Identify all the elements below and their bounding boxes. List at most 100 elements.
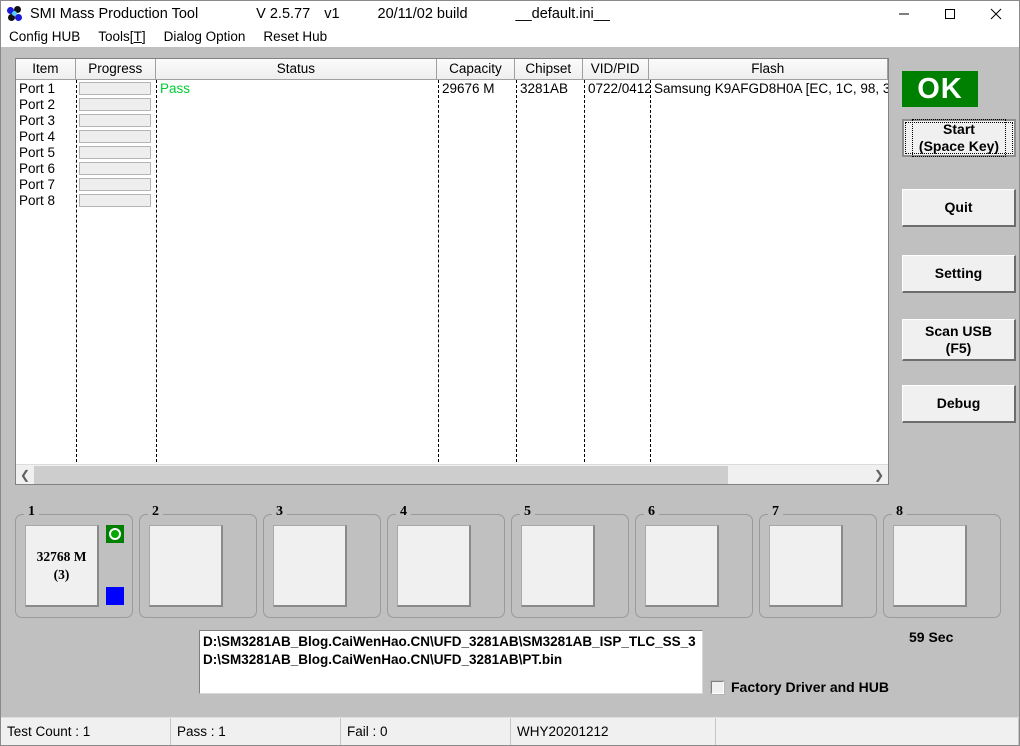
menu-item-dialog-option[interactable]: Dialog Option [164, 27, 246, 47]
status-bar-cell-4 [716, 718, 1019, 745]
grid-column-header-vidpid[interactable]: VID/PID [583, 59, 649, 79]
debug-button[interactable]: Debug [902, 385, 1016, 423]
quit-button[interactable]: Quit [902, 189, 1016, 227]
menu-item-reset-hub[interactable]: Reset Hub [263, 27, 327, 47]
menu-item-config-hub[interactable]: Config HUB [9, 27, 80, 47]
grid-horizontal-scrollbar[interactable]: ❮ ❯ [16, 464, 888, 484]
usb-port-slot[interactable] [521, 525, 595, 607]
scrollbar-track[interactable] [34, 466, 870, 484]
progress-bar [79, 146, 151, 159]
file-path-line-1: D:\SM3281AB_Blog.CaiWenHao.CN\UFD_3281AB… [203, 633, 702, 651]
grid-column-header-item[interactable]: Item [16, 59, 76, 79]
table-row[interactable]: Port 4 [16, 128, 888, 144]
grid-column-header-progress[interactable]: Progress [76, 59, 156, 79]
usb-port-number-label: 2 [148, 504, 163, 519]
port-name-cell: Port 8 [16, 193, 76, 208]
table-row[interactable]: Port 8 [16, 192, 888, 208]
menu-item-tools[interactable]: Tools[T] [98, 27, 145, 47]
chevron-right-icon[interactable]: ❯ [870, 466, 888, 484]
usb-port-panels: 132768 M(3)2345678 [15, 508, 1005, 618]
port-list-grid: ItemProgressStatusCapacityChipsetVID/PID… [15, 58, 889, 485]
grid-column-header-status[interactable]: Status [156, 59, 437, 79]
progress-cell [76, 162, 156, 175]
scrollbar-thumb[interactable] [34, 466, 728, 484]
factory-driver-hub-checkbox[interactable] [711, 681, 724, 694]
vidpid-cell: 0722/0412 [584, 81, 650, 96]
usb-port-slot[interactable]: 32768 M(3) [25, 525, 99, 607]
usb-port-slot[interactable] [893, 525, 967, 607]
progress-cell [76, 98, 156, 111]
port-name-cell: Port 2 [16, 97, 76, 112]
usb-port-number-label: 3 [272, 504, 287, 519]
table-row[interactable]: Port 7 [16, 176, 888, 192]
usb-port-slot[interactable] [397, 525, 471, 607]
capacity-cell: 29676 M [438, 81, 516, 96]
file-path-box[interactable]: D:\SM3281AB_Blog.CaiWenHao.CN\UFD_3281AB… [199, 630, 703, 694]
progress-cell [76, 130, 156, 143]
usb-port-number-label: 5 [520, 504, 535, 519]
grid-column-header-chipset[interactable]: Chipset [515, 59, 583, 79]
usb-port-status-led-blue [106, 587, 124, 605]
usb-port-number-label: 7 [768, 504, 783, 519]
table-row[interactable]: Port 5 [16, 144, 888, 160]
scan-usb-button-line2: (F5) [925, 340, 992, 357]
port-name-cell: Port 7 [16, 177, 76, 192]
usb-port-panel-4[interactable]: 4 [387, 514, 505, 618]
progress-bar [79, 130, 151, 143]
usb-port-capacity: 32768 M [37, 548, 87, 566]
grid-body: Port 1Pass29676 M3281AB0722/0412Samsung … [16, 80, 888, 462]
progress-cell [76, 178, 156, 191]
chevron-left-icon[interactable]: ❮ [16, 466, 34, 484]
usb-port-panel-8[interactable]: 8 [883, 514, 1001, 618]
smi-app-icon [7, 6, 23, 22]
table-row[interactable]: Port 3 [16, 112, 888, 128]
status-bar-cell-3: WHY20201212 [511, 718, 716, 745]
factory-driver-hub-label: Factory Driver and HUB [731, 679, 889, 695]
port-name-cell: Port 5 [16, 145, 76, 160]
smi-mass-production-window: SMI Mass Production Tool V 2.5.77 v1 20/… [0, 0, 1020, 746]
usb-port-panel-3[interactable]: 3 [263, 514, 381, 618]
scan-usb-button[interactable]: Scan USB (F5) [902, 319, 1016, 361]
usb-port-slot[interactable] [645, 525, 719, 607]
usb-port-panel-2[interactable]: 2 [139, 514, 257, 618]
progress-bar [79, 82, 151, 95]
factory-driver-hub-checkbox-row[interactable]: Factory Driver and HUB [711, 679, 889, 695]
progress-bar [79, 162, 151, 175]
usb-port-panel-1[interactable]: 132768 M(3) [15, 514, 133, 618]
table-row[interactable]: Port 2 [16, 96, 888, 112]
progress-bar [79, 114, 151, 127]
quit-button-label: Quit [945, 199, 973, 216]
usb-port-panel-7[interactable]: 7 [759, 514, 877, 618]
start-button-line2: (Space Key) [919, 138, 999, 155]
table-row[interactable]: Port 6 [16, 160, 888, 176]
usb-port-slot[interactable] [769, 525, 843, 607]
minimize-icon[interactable] [881, 1, 927, 27]
grid-column-header-flash[interactable]: Flash [649, 59, 888, 79]
usb-port-panel-6[interactable]: 6 [635, 514, 753, 618]
window-ini-file: __default.ini__ [516, 6, 610, 22]
progress-cell [76, 114, 156, 127]
usb-port-status-led-green [106, 525, 124, 543]
setting-button[interactable]: Setting [902, 255, 1016, 293]
usb-port-panel-5[interactable]: 5 [511, 514, 629, 618]
close-icon[interactable] [973, 1, 1019, 27]
start-button[interactable]: Start (Space Key) [902, 119, 1016, 157]
flash-cell: Samsung K9AFGD8H0A [EC, 1C, 98, 3F, [650, 81, 888, 96]
led-ring-icon [109, 528, 121, 540]
maximize-icon[interactable] [927, 1, 973, 27]
scan-usb-button-line1: Scan USB [925, 323, 992, 340]
status-cell: Pass [156, 81, 438, 96]
window-title: SMI Mass Production Tool [30, 6, 198, 22]
usb-port-number-label: 4 [396, 504, 411, 519]
file-path-line-2: D:\SM3281AB_Blog.CaiWenHao.CN\UFD_3281AB… [203, 651, 702, 669]
usb-port-slot[interactable] [273, 525, 347, 607]
progress-cell [76, 146, 156, 159]
usb-port-number-label: 6 [644, 504, 659, 519]
port-name-cell: Port 4 [16, 129, 76, 144]
grid-column-header-capacity[interactable]: Capacity [437, 59, 515, 79]
progress-bar [79, 98, 151, 111]
port-name-cell: Port 6 [16, 161, 76, 176]
window-controls [881, 1, 1019, 27]
table-row[interactable]: Port 1Pass29676 M3281AB0722/0412Samsung … [16, 80, 888, 96]
usb-port-slot[interactable] [149, 525, 223, 607]
